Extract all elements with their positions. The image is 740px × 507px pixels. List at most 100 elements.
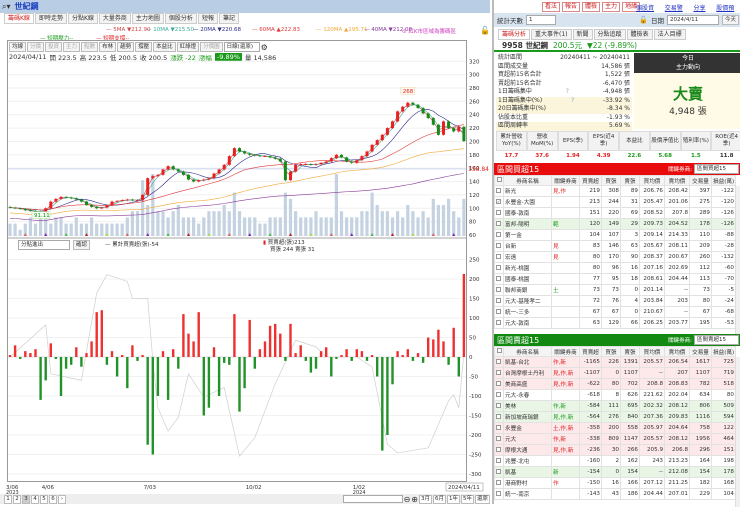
table-row[interactable]: 台新見 83 146 63 205.67 208.11 209 -28 xyxy=(494,240,736,252)
branch-select[interactable]: 分點進出 xyxy=(18,240,70,250)
row-checkbox[interactable] xyxy=(496,231,501,237)
row-checkbox[interactable] xyxy=(496,187,501,193)
zoom-in-icon[interactable]: ⊕ xyxy=(411,495,418,504)
column-header[interactable]: 券商名稱 xyxy=(503,346,552,357)
row-checkbox[interactable] xyxy=(496,380,501,386)
table-row[interactable]: ✓ 永豐金-大園 213 244 31 205.47 201.06 275 -120 xyxy=(494,196,736,208)
table-row[interactable]: 國泰-敦南 151 220 69 208.52 207.8 289 -126 xyxy=(494,207,736,219)
row-checkbox[interactable] xyxy=(496,297,501,303)
column-header[interactable]: 關鍵券商 xyxy=(551,346,580,357)
days-select[interactable]: 1 xyxy=(526,15,556,25)
range-button[interactable]: 3月 xyxy=(418,494,432,504)
column-header[interactable]: 券商名稱 xyxy=(503,175,552,186)
column-header[interactable]: 交易量 xyxy=(689,175,712,186)
column-header[interactable]: 損益(萬) xyxy=(711,175,736,186)
row-checkbox[interactable] xyxy=(496,220,501,226)
table-row[interactable]: 國泰-桃園 77 95 18 208.61 204.44 113 -70 xyxy=(494,273,736,285)
top-button[interactable]: 體檢 xyxy=(582,2,601,12)
column-header[interactable]: 買張 xyxy=(601,175,621,186)
lock-icon[interactable]: 🔓 xyxy=(639,16,648,24)
column-header[interactable]: 買均價 xyxy=(639,175,665,186)
column-header[interactable]: 關鍵券商 xyxy=(551,175,580,186)
row-checkbox[interactable] xyxy=(496,424,501,430)
column-header[interactable]: 交易量 xyxy=(689,346,712,357)
table-row[interactable]: 摩根大通 見,作,新 -236 30 266 205.9 206.8 296 151 xyxy=(494,444,736,456)
column-header[interactable]: 賣均價 xyxy=(664,346,690,357)
row-checkbox[interactable] xyxy=(496,286,501,292)
table-row[interactable]: 凱基新 -154 0 154 -- 212.08 154 178 xyxy=(494,466,736,478)
table-row[interactable]: 凱基-台北 作,新 -1165 226 1391 205.57 206.54 1617 725 xyxy=(494,356,736,368)
range-button[interactable]: 6月 xyxy=(432,494,446,504)
top-button[interactable]: 報告 xyxy=(562,2,581,12)
table-row[interactable]: 新光-桃園 80 96 16 207.16 202.69 112 -60 xyxy=(494,262,736,274)
page-button[interactable]: 4 xyxy=(31,494,39,504)
key-broker-select[interactable]: 區間買超15 xyxy=(694,164,739,174)
table-row[interactable]: 第一金 104 107 3 209.14 214.33 110 -88 xyxy=(494,229,736,241)
page-button[interactable]: 2 xyxy=(13,494,21,504)
confirm-button[interactable]: 確認 xyxy=(73,240,91,250)
row-checkbox[interactable] xyxy=(496,435,501,441)
right-tab[interactable]: 體檢表 xyxy=(626,29,653,40)
help-icon[interactable]: ? xyxy=(566,88,569,97)
table-row[interactable]: 永豐金 土,作,新 -358 200 558 205.97 204.64 758 122 xyxy=(494,422,736,434)
row-checkbox[interactable] xyxy=(496,457,501,463)
row-checkbox[interactable] xyxy=(496,253,501,259)
row-checkbox[interactable] xyxy=(496,319,501,325)
select-all-checkbox[interactable] xyxy=(496,177,502,182)
column-header[interactable]: 買賣超 xyxy=(579,175,602,186)
column-header[interactable]: 賣張 xyxy=(620,346,640,357)
column-header[interactable]: 賣均價 xyxy=(664,175,690,186)
table-row[interactable]: 宏遠見 80 170 90 208.37 200.67 260 -132 xyxy=(494,251,736,263)
zoom-out-icon[interactable]: ⊖ xyxy=(404,495,411,504)
page-button[interactable]: 3 xyxy=(22,494,30,504)
row-checkbox[interactable] xyxy=(496,413,501,419)
row-checkbox[interactable] xyxy=(496,402,501,408)
range-button[interactable]: 1年 xyxy=(446,494,460,504)
row-checkbox[interactable] xyxy=(496,490,501,496)
table-row[interactable]: 兆豐-北屯 -160 2 162 243 213.23 164 198 xyxy=(494,455,736,467)
table-row[interactable]: 元大-永春 -618 8 626 221.62 202.04 634 80 xyxy=(494,389,736,401)
column-header[interactable]: 賣張 xyxy=(620,175,640,186)
row-checkbox[interactable] xyxy=(496,264,501,270)
page-button[interactable]: 1 xyxy=(4,494,12,504)
column-header[interactable]: 損益(萬) xyxy=(711,346,736,357)
row-checkbox[interactable] xyxy=(496,358,501,364)
range-button[interactable]: 5年 xyxy=(460,494,474,504)
right-tab[interactable]: 重大事件(1) xyxy=(531,29,572,40)
row-checkbox[interactable] xyxy=(496,308,501,314)
table-row[interactable]: 台灣摩根士丹利 見,作,新 -1107 0 1107 -- 207 1107 719 xyxy=(494,367,736,379)
row-checkbox[interactable] xyxy=(496,275,501,281)
table-row[interactable]: 新加坡商瑞銀 見,作,新 -564 276 840 207.36 209.83 1116 594 xyxy=(494,411,736,423)
row-checkbox[interactable] xyxy=(496,209,501,215)
top-button[interactable]: 看法 xyxy=(542,2,561,12)
right-tab[interactable]: 新聞 xyxy=(572,29,593,40)
today-button[interactable]: 今天 xyxy=(721,15,739,25)
row-checkbox[interactable] xyxy=(496,479,501,485)
row-checkbox[interactable] xyxy=(496,446,501,452)
table-row[interactable]: 美商高盛 見,作,新 -622 80 702 208.8 208.83 782 518 xyxy=(494,378,736,390)
right-tab[interactable]: 法人目標 xyxy=(653,29,686,40)
table-row[interactable]: 美林 作,新 -584 111 695 202.32 208.12 806 509 xyxy=(494,400,736,412)
table-row[interactable]: 新光 見,作 219 308 89 206.76 208.42 397 -122 xyxy=(494,185,736,197)
table-row[interactable]: 元大 作,新 -338 809 1147 205.57 208.12 1956 464 xyxy=(494,433,736,445)
table-row[interactable]: 元大-基隆孝二 72 76 4 203.84 203 80 -24 xyxy=(494,295,736,307)
key-broker-select-sell[interactable]: 區間賣超15 xyxy=(694,335,739,345)
table-row[interactable]: 港商野村作 -150 16 166 207.12 211.25 182 168 xyxy=(494,477,736,489)
page-button[interactable]: 5 xyxy=(40,494,48,504)
help-icon[interactable]: ? xyxy=(571,97,574,106)
top-button[interactable]: 主力 xyxy=(602,2,621,12)
page-button[interactable]: 6 xyxy=(49,494,57,504)
row-checkbox[interactable]: ✓ xyxy=(496,199,501,204)
table-row[interactable]: 富邦-陽明範 120 149 29 209.73 204.52 178 -126 xyxy=(494,218,736,230)
row-checkbox[interactable] xyxy=(496,242,501,248)
column-header[interactable]: 買賣超 xyxy=(579,346,602,357)
sell-scrollbar[interactable] xyxy=(735,357,740,507)
table-row[interactable]: 聯邦商銀土 73 73 0 201.14 -- 73 -5 xyxy=(494,284,736,296)
row-checkbox[interactable] xyxy=(496,391,501,397)
right-tab[interactable]: 分點追蹤 xyxy=(593,29,626,40)
table-row[interactable]: 統一-三多 67 67 0 210.67 -- 67 -68 xyxy=(494,306,736,318)
date-input[interactable]: 2024/4/11 xyxy=(666,15,719,25)
table-row[interactable]: 統一-南京 -143 43 186 204.44 207.01 229 104 xyxy=(494,488,736,500)
select-all-checkbox[interactable] xyxy=(496,348,502,353)
next-page-button[interactable]: › xyxy=(58,494,66,504)
